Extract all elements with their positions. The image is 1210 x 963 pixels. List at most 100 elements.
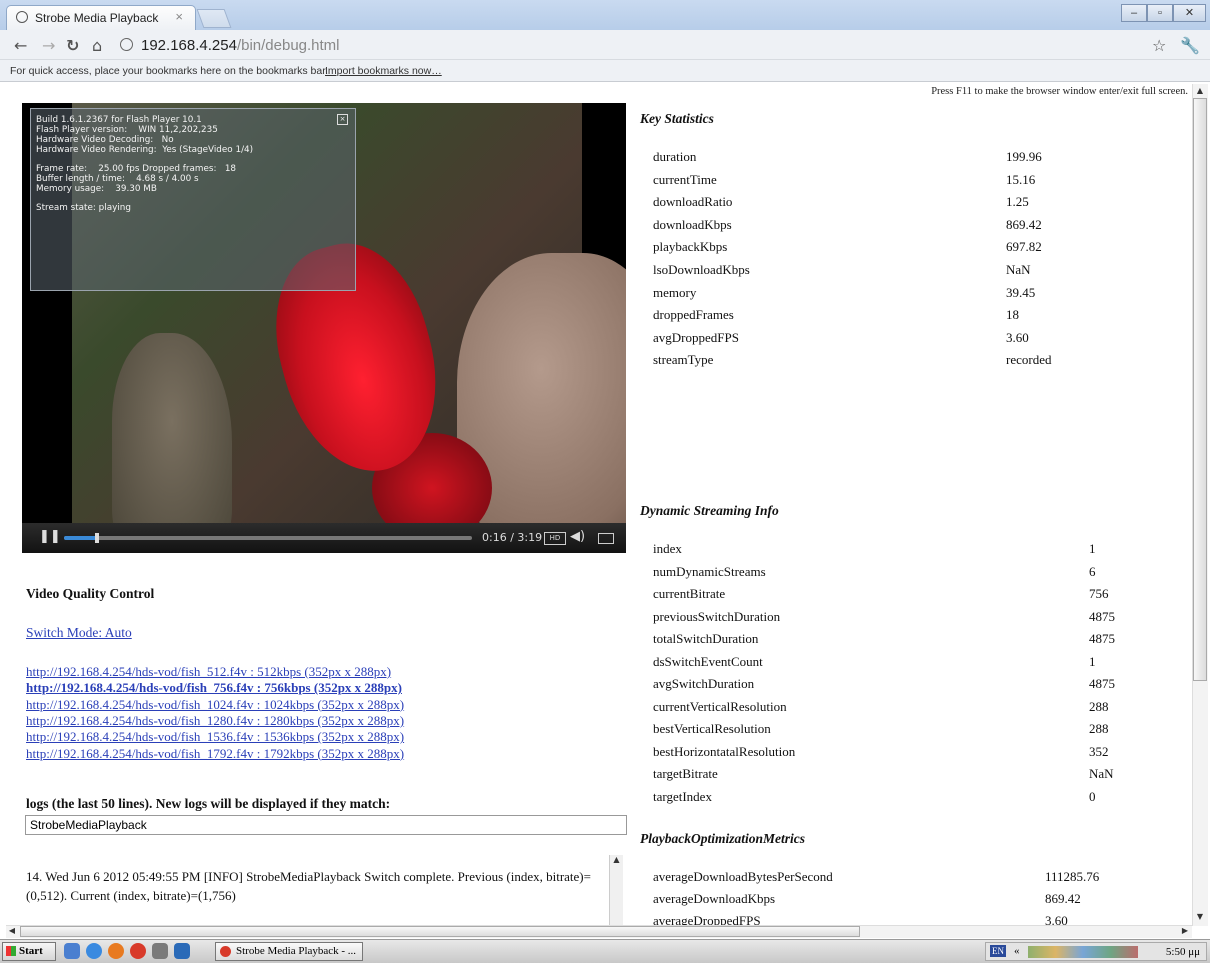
stat-value: 199.96 [1006,149,1042,164]
import-bookmarks-link[interactable]: Import bookmarks now… [325,65,442,77]
stat-key: lsoDownloadKbps [653,262,750,277]
key-statistics-title: Key Statistics [640,111,714,126]
back-arrow-icon[interactable]: ← [14,36,27,55]
tray-icons[interactable] [1028,946,1138,958]
stat-value: 1 [1089,653,1096,669]
scroll-left-icon[interactable]: ◀ [7,926,17,935]
seek-progress [64,536,97,540]
log-scrollbar[interactable]: ▲ [609,855,623,925]
page-info-icon[interactable] [120,38,133,51]
stat-key: bestVerticalResolution [653,721,771,736]
horizontal-scroll-thumb[interactable] [20,926,860,937]
start-button[interactable]: Start [2,942,56,961]
stat-key: currentVerticalResolution [653,698,787,714]
stream-link[interactable]: http://192.168.4.254/hds-vod/fish_1536.f… [26,729,404,745]
overlay-lines: Build 1.6.1.2367 for Flash Player 10.1 Fl… [36,115,355,213]
windows-logo-icon [6,946,16,956]
address-bar[interactable]: 192.168.4.254/bin/debug.html [141,37,1041,59]
overlay-line: Hardware Video Decoding: No [36,135,174,145]
stat-value: 4875 [1089,676,1115,691]
stat-value: 869.42 [1045,891,1081,906]
overlay-line: Flash Player version: WIN 11,2,202,235 [36,125,218,135]
stat-value: 4875 [1089,631,1115,646]
stat-key: targetBitrate [653,766,718,781]
stream-link[interactable]: http://192.168.4.254/hds-vod/fish_1024.f… [26,697,404,713]
window-close-button[interactable]: ✕ [1173,4,1206,22]
firefox-icon[interactable] [108,943,124,959]
bookmark-star-icon[interactable]: ☆ [1152,36,1166,55]
reload-icon[interactable]: ↻ [66,36,79,55]
stat-key: avgSwitchDuration [653,676,755,691]
hd-icon[interactable]: HD [544,532,566,545]
overlay-line: Build 1.6.1.2367 for Flash Player 10.1 [36,115,202,125]
stat-value: 15.16 [1006,171,1036,187]
stat-key: dsSwitchEventCount [653,653,763,669]
logs-title: logs (the last 50 lines). New logs will … [26,796,391,811]
minimize-button[interactable]: – [1121,4,1147,22]
stat-value: 4875 [1089,608,1115,624]
tray-expand-icon[interactable]: « [1014,945,1020,957]
show-desktop-icon[interactable] [64,943,80,959]
video-player[interactable]: × Build 1.6.1.2367 for Flash Player 10.1… [22,103,626,553]
vertical-scroll-thumb[interactable] [1193,98,1207,681]
stat-key: downloadRatio [653,194,733,210]
switch-mode-link[interactable]: Switch Mode: Auto [26,625,132,641]
stat-key: numDynamicStreams [653,563,766,579]
overlay-line [36,194,355,203]
app-icon[interactable] [174,943,190,959]
stat-key: index [653,541,682,556]
seek-handle[interactable] [94,533,99,543]
overlay-line: Hardware Video Rendering: Yes (StageVide… [36,145,254,155]
dynamic-streaming-title: Dynamic Streaming Info [640,503,779,518]
scroll-down-icon[interactable]: ▼ [1194,912,1206,921]
volume-icon[interactable]: ◀) [570,529,585,544]
start-label: Start [19,945,43,957]
stat-value: 869.42 [1006,216,1042,232]
pause-icon[interactable]: ❚❚ [39,529,61,544]
overlay-close-icon[interactable]: × [337,114,348,125]
clock: 5:50 μμ [1165,946,1200,958]
stat-value: 756 [1089,586,1109,601]
stream-link[interactable]: http://192.168.4.254/hds-vod/fish_512.f4… [26,664,391,680]
stat-value: 111285.76 [1045,869,1100,884]
overlay-line: Frame rate: 25.00 fps Dropped frames: 18 [36,164,237,174]
wrench-menu-icon[interactable]: 🔧 [1180,36,1200,55]
language-indicator[interactable]: EN [990,945,1006,957]
stream-link[interactable]: http://192.168.4.254/hds-vod/fish_1280.f… [26,713,404,729]
scroll-right-icon[interactable]: ▶ [1180,926,1190,935]
quality-control-title: Video Quality Control [26,586,155,601]
stat-value: 1 [1089,541,1096,556]
scroll-up-icon[interactable]: ▲ [1194,86,1206,95]
debug-overlay: × Build 1.6.1.2367 for Flash Player 10.1… [30,108,356,291]
taskbar-item-label: Strobe Media Playback - ... [236,945,357,957]
stat-key: previousSwitchDuration [653,608,781,624]
stat-key: bestHorizontatalResolution [653,743,796,759]
stat-key: playbackKbps [653,239,728,255]
stream-link[interactable]: http://192.168.4.254/hds-vod/fish_1792.f… [26,746,404,762]
overlay-line: Memory usage: 39.30 MB [36,184,157,194]
tool-icon[interactable] [152,943,168,959]
maximize-button[interactable]: ▫ [1147,4,1173,22]
browser-tab[interactable]: Strobe Media Playback × [6,5,196,30]
home-icon[interactable]: ⌂ [92,36,102,55]
internet-explorer-icon[interactable] [86,943,102,959]
stat-value: 288 [1089,698,1109,714]
log-filter-input[interactable] [25,815,627,835]
stat-value: 697.82 [1006,239,1042,255]
taskbar-item-strobe[interactable]: Strobe Media Playback - ... [215,942,363,961]
log-scroll-up-icon[interactable]: ▲ [610,855,623,864]
tab-close-icon[interactable]: × [175,9,183,24]
stat-key: currentBitrate [653,586,726,601]
stat-value: 0 [1089,788,1096,804]
seek-bar[interactable] [64,533,472,543]
log-output: 14. Wed Jun 6 2012 05:49:55 PM [INFO] St… [26,869,591,903]
stat-value: 18 [1006,307,1019,323]
stat-value: 39.45 [1006,284,1036,300]
video-rock-left [112,333,232,553]
fullscreen-icon[interactable] [598,533,614,544]
chrome-icon[interactable] [130,943,146,959]
url-path: /bin/debug.html [236,37,340,54]
stream-link[interactable]: http://192.168.4.254/hds-vod/fish_756.f4… [26,680,402,696]
stat-value: 288 [1089,721,1109,736]
forward-arrow-icon[interactable]: → [42,36,55,55]
